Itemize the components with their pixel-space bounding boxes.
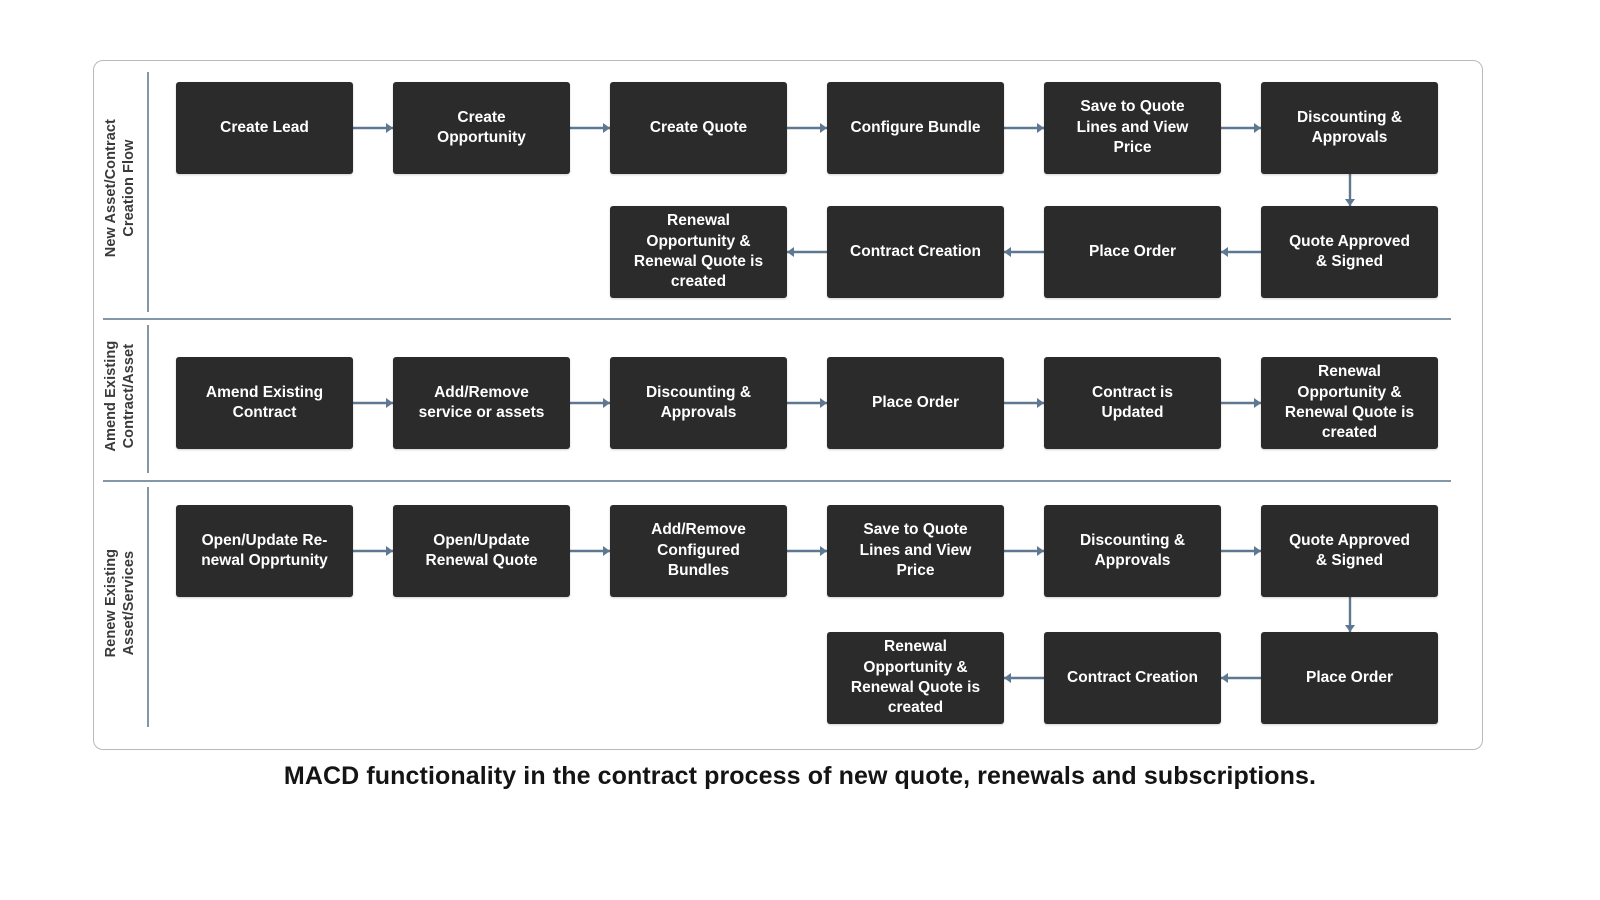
lane-label-renew-existing-asset-services: Renew Existing Asset/Services [102,548,137,658]
process-node-renew-place-order[interactable]: Place Order [1261,632,1438,724]
process-node-place-order[interactable]: Place Order [1044,206,1221,298]
rail-lane-1 [147,72,149,312]
process-node-contract-creation[interactable]: Contract Creation [827,206,1004,298]
process-node-renew-save-to-quote-lines-and-view-price[interactable]: Save to Quote Lines and View Price [827,505,1004,597]
rail-lane-3 [147,487,149,727]
process-node-renew-quote-approved-and-signed[interactable]: Quote Approved & Signed [1261,505,1438,597]
process-node-open-update-renewal-opportunity[interactable]: Open/Update Re- newal Opprtunity [176,505,353,597]
process-node-create-quote[interactable]: Create Quote [610,82,787,174]
process-node-contract-is-updated[interactable]: Contract is Updated [1044,357,1221,449]
process-node-amend-discounting-and-approvals[interactable]: Discounting & Approvals [610,357,787,449]
divider-2 [103,480,1451,482]
divider-1 [103,318,1451,320]
process-node-amend-existing-contract[interactable]: Amend Existing Contract [176,357,353,449]
process-node-add-remove-service-or-assets[interactable]: Add/Remove service or assets [393,357,570,449]
process-node-amend-place-order[interactable]: Place Order [827,357,1004,449]
process-node-renewal-opportunity-and-renewal-quote-is-created[interactable]: Renewal Opportunity & Renewal Quote is c… [610,206,787,298]
process-node-amend-renewal-opportunity-and-renewal-quote-is-created[interactable]: Renewal Opportunity & Renewal Quote is c… [1261,357,1438,449]
lane-label-amend-existing-contract-asset: Amend Existing Contract/Asset [102,340,137,452]
process-node-create-lead[interactable]: Create Lead [176,82,353,174]
process-node-renew-renewal-opportunity-and-renewal-quote-is-created[interactable]: Renewal Opportunity & Renewal Quote is c… [827,632,1004,724]
process-node-renew-discounting-and-approvals[interactable]: Discounting & Approvals [1044,505,1221,597]
rail-lane-2 [147,325,149,473]
process-node-add-remove-configured-bundles[interactable]: Add/Remove Configured Bundles [610,505,787,597]
process-node-open-update-renewal-quote[interactable]: Open/Update Renewal Quote [393,505,570,597]
figure-caption: MACD functionality in the contract proce… [283,762,1317,790]
diagram-canvas: New Asset/Contract Creation Flow Amend Ex… [0,0,1600,900]
process-node-renew-contract-creation[interactable]: Contract Creation [1044,632,1221,724]
process-node-discounting-and-approvals[interactable]: Discounting & Approvals [1261,82,1438,174]
process-node-quote-approved-and-signed[interactable]: Quote Approved & Signed [1261,206,1438,298]
process-node-create-opportunity[interactable]: Create Opportunity [393,82,570,174]
lane-label-new-asset-contract-creation-flow: New Asset/Contract Creation Flow [102,119,137,258]
process-node-configure-bundle[interactable]: Configure Bundle [827,82,1004,174]
process-node-save-to-quote-lines-and-view-price[interactable]: Save to Quote Lines and View Price [1044,82,1221,174]
